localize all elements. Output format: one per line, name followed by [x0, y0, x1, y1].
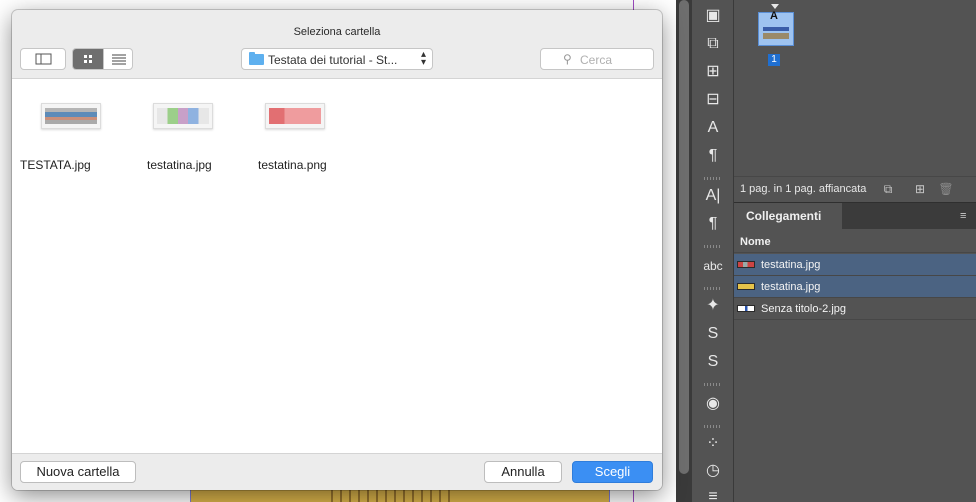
cancel-button[interactable]: Annulla	[484, 461, 562, 483]
pages-icon[interactable]: ▣	[700, 5, 726, 27]
pages-panel: A 1 1 pag. in 1 pag. affiancata ⧉ ⊞ 🗑	[734, 0, 976, 201]
folder-path-text: Testata dei tutorial - St...	[268, 53, 398, 67]
dock-grip	[704, 425, 722, 428]
link-thumbnail	[737, 305, 755, 312]
sidebar-icon	[35, 53, 52, 65]
thumbnail-strip	[763, 33, 789, 39]
character-icon[interactable]: A|	[700, 185, 726, 207]
link-row[interactable]: testatina.jpg	[734, 254, 976, 276]
scripts-icon[interactable]: ◉	[700, 393, 726, 415]
master-letter: A	[770, 10, 778, 22]
swatches-icon[interactable]: S	[700, 323, 726, 345]
links-column-name[interactable]: Nome	[734, 229, 976, 253]
timer-icon[interactable]: ◷	[700, 460, 726, 482]
paragraph-styles-icon[interactable]: ¶	[700, 145, 726, 167]
thumbnail-image	[157, 108, 209, 124]
list-icon	[112, 54, 126, 65]
file-name: testatina.png	[258, 158, 327, 172]
search-icon: ⚲	[563, 52, 572, 66]
panel-icon-dock: ▣ ⧉ ⊞ ⊟ A ¶ A| ¶ abc ✦ S S ◉ ⁘ ◷ ≡	[692, 0, 734, 502]
file-item[interactable]: testatina.jpg	[132, 103, 232, 183]
folder-icon	[249, 52, 264, 65]
dialog-footer: Nuova cartella Annulla Scegli	[12, 454, 662, 490]
chevron-updown-icon: ▴ ▾	[420, 49, 426, 68]
page-arrow-icon	[771, 4, 779, 9]
thumbnail-strip	[763, 27, 789, 31]
vertical-scrollbar[interactable]	[676, 0, 692, 502]
search-field[interactable]: ⚲ Cerca	[540, 48, 654, 70]
dock-grip	[704, 287, 722, 290]
file-item[interactable]: TESTATA.jpg	[20, 103, 120, 183]
character-styles-icon[interactable]: A	[700, 117, 726, 139]
gradient-icon[interactable]: ⁘	[700, 433, 726, 455]
links-tabbar: Collegamenti ≡	[734, 203, 976, 229]
thumbnail-image	[269, 108, 321, 124]
link-name: testatina.jpg	[761, 259, 821, 271]
view-mode-segment	[72, 48, 133, 70]
trash-icon[interactable]: 🗑	[938, 181, 954, 197]
toggle-sidebar-button[interactable]	[20, 48, 66, 70]
dock-grip	[704, 383, 722, 386]
folder-path-select[interactable]: Testata dei tutorial - St... ▴ ▾	[241, 48, 433, 70]
link-name: testatina.jpg	[761, 281, 821, 293]
glyphs-icon[interactable]: ≡	[700, 486, 726, 502]
scrollbar-thumb[interactable]	[679, 0, 689, 474]
layers-icon[interactable]: ⧉	[700, 33, 726, 55]
dialog-title: Seleziona cartella	[293, 26, 381, 38]
thumbnail-image	[45, 108, 97, 124]
new-page-icon[interactable]: ⊞	[912, 181, 928, 197]
link-name: Senza titolo-2.jpg	[761, 303, 846, 315]
pages-status-text: 1 pag. in 1 pag. affiancata	[740, 183, 867, 195]
stroke-icon[interactable]: ⊟	[700, 89, 726, 111]
page-number-badge[interactable]: 1	[768, 54, 780, 66]
search-placeholder: Cerca	[580, 53, 613, 67]
pages-footer: 1 pag. in 1 pag. affiancata ⧉ ⊞ 🗑	[734, 176, 976, 200]
dock-grip	[704, 245, 722, 248]
paragraph-icon[interactable]: ¶	[700, 213, 726, 235]
file-item[interactable]: testatina.png	[244, 103, 344, 183]
file-thumbnail	[265, 103, 325, 129]
color-icon[interactable]: S	[700, 351, 726, 373]
links-panel: Collegamenti ≡ Nome testatina.jpg testat…	[734, 202, 976, 502]
file-thumbnail	[41, 103, 101, 129]
link-row[interactable]: testatina.jpg	[734, 276, 976, 298]
link-row[interactable]: Senza titolo-2.jpg	[734, 298, 976, 320]
spelling-icon[interactable]: abc	[700, 255, 726, 277]
file-thumbnail	[153, 103, 213, 129]
grid-icon	[84, 55, 92, 63]
page-size-icon[interactable]: ⧉	[880, 181, 896, 197]
link-thumbnail	[737, 283, 755, 290]
icon-view-button[interactable]	[73, 49, 103, 69]
tab-links[interactable]: Collegamenti	[734, 203, 842, 229]
choose-button[interactable]: Scegli	[572, 461, 653, 483]
link-thumbnail	[737, 261, 755, 268]
dock-grip	[704, 177, 722, 180]
file-browser: TESTATA.jpg testatina.jpg testatina.png	[12, 78, 662, 454]
links-icon[interactable]: ⊞	[700, 61, 726, 83]
panel-menu-icon[interactable]: ≡	[960, 211, 972, 222]
new-folder-button[interactable]: Nuova cartella	[20, 461, 136, 483]
artwork-sketch	[331, 488, 451, 502]
effects-icon[interactable]: ✦	[700, 295, 726, 317]
list-view-button[interactable]	[103, 49, 132, 69]
file-name: TESTATA.jpg	[20, 158, 91, 172]
select-folder-dialog: Seleziona cartella Testata dei tutorial …	[12, 10, 662, 490]
